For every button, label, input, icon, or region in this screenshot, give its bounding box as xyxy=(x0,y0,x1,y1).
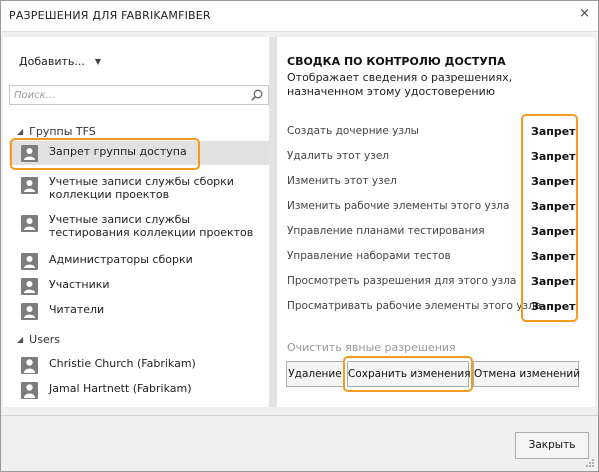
list-item[interactable]: Christie Church (Fabrikam) xyxy=(9,353,271,377)
permission-name: Изменить этот узел xyxy=(287,175,397,187)
group-title: Users xyxy=(29,333,60,346)
group-icon xyxy=(21,253,38,270)
summary-title: СВОДКА ПО КОНТРОЛЮ ДОСТУПА xyxy=(287,55,506,68)
permission-name: Просмотреть разрешения для этого узла xyxy=(287,275,517,287)
permission-value[interactable]: Запрет xyxy=(531,150,576,163)
item-label: Jamal Hartnett (Fabrikam) xyxy=(49,382,192,395)
item-label: Учетные записи службы тестирования колле… xyxy=(49,213,254,239)
clear-explicit-permissions-label: Очистить явные разрешения xyxy=(287,341,456,354)
item-label: Christie Church (Fabrikam) xyxy=(49,357,196,370)
undo-changes-button[interactable]: Отмена изменений xyxy=(473,361,580,387)
list-item[interactable]: Учетные записи службы сборки коллекции п… xyxy=(9,173,271,207)
save-changes-button[interactable]: Сохранить изменения xyxy=(347,361,471,387)
close-button[interactable]: Закрыть xyxy=(515,432,589,459)
list-item[interactable]: Учетные записи службы тестирования колле… xyxy=(9,211,271,245)
permission-value[interactable]: Запрет xyxy=(531,200,576,213)
permission-name: Управление наборами тестов xyxy=(287,250,451,262)
item-label: Читатели xyxy=(49,303,105,316)
resize-grip-icon[interactable] xyxy=(585,458,595,468)
group-icon xyxy=(21,303,38,320)
access-summary-pane: СВОДКА ПО КОНТРОЛЮ ДОСТУПА Отображает св… xyxy=(277,37,595,407)
permission-value[interactable]: Запрет xyxy=(531,300,576,313)
summary-subtitle: Отображает сведения о разрешениях, назна… xyxy=(287,71,513,98)
list-item[interactable]: Запрет группы доступа xyxy=(9,141,271,165)
add-dropdown-button[interactable]: Добавить... ▼ xyxy=(19,55,101,68)
permission-name: Создать дочерние узлы xyxy=(287,125,419,137)
highlight-deny-values xyxy=(521,114,578,322)
permission-value[interactable]: Запрет xyxy=(531,250,576,263)
group-icon xyxy=(21,215,38,232)
group-icon xyxy=(21,278,38,295)
group-title: Группы TFS xyxy=(29,125,96,138)
pane-splitter[interactable] xyxy=(269,37,277,407)
search-icon[interactable] xyxy=(250,88,264,102)
list-item[interactable]: Администраторы сборки xyxy=(9,249,271,273)
add-button-label: Добавить... xyxy=(19,55,85,68)
expander-icon: ◢ xyxy=(17,127,24,136)
search-box[interactable] xyxy=(9,85,269,105)
group-header-users[interactable]: ◢ Users xyxy=(17,333,60,346)
user-icon xyxy=(21,382,38,399)
item-label: Администраторы сборки xyxy=(49,253,193,266)
close-icon[interactable]: × xyxy=(579,7,590,21)
dialog-footer: Закрыть xyxy=(1,416,598,471)
expander-icon: ◢ xyxy=(17,335,24,344)
chevron-down-icon: ▼ xyxy=(94,57,102,66)
search-input[interactable] xyxy=(14,88,244,102)
dialog-title: РАЗРЕШЕНИЯ ДЛЯ FABRIKAMFIBER xyxy=(9,9,211,22)
group-icon xyxy=(21,145,38,162)
permission-value[interactable]: Запрет xyxy=(531,175,576,188)
permission-name: Удалить этот узел xyxy=(287,150,389,162)
item-label: Участники xyxy=(49,278,110,291)
user-icon xyxy=(21,357,38,374)
list-item[interactable]: Участники xyxy=(9,274,271,298)
list-item[interactable]: Jamal Hartnett (Fabrikam) xyxy=(9,378,271,402)
permission-name: Управление планами тестирования xyxy=(287,225,485,237)
group-icon xyxy=(21,177,38,194)
title-bar: РАЗРЕШЕНИЯ ДЛЯ FABRIKAMFIBER × xyxy=(1,1,598,32)
item-label: Учетные записи службы сборки коллекции п… xyxy=(49,175,234,201)
permission-value[interactable]: Запрет xyxy=(531,225,576,238)
identity-pane: Добавить... ▼ ◢ Группы TFS Запрет группы д… xyxy=(3,37,271,407)
item-label: Запрет группы доступа xyxy=(49,145,187,158)
permission-value[interactable]: Запрет xyxy=(531,125,576,138)
delete-button[interactable]: Удаление xyxy=(286,361,344,387)
permission-name: Просматривать рабочие элементы этого узл… xyxy=(287,300,542,312)
permissions-dialog: РАЗРЕШЕНИЯ ДЛЯ FABRIKAMFIBER × Добавить.… xyxy=(0,0,599,472)
group-header-tfs[interactable]: ◢ Группы TFS xyxy=(17,125,96,138)
list-item[interactable]: Читатели xyxy=(9,299,271,323)
permission-value[interactable]: Запрет xyxy=(531,275,576,288)
permission-name: Изменить рабочие элементы этого узла xyxy=(287,200,510,212)
